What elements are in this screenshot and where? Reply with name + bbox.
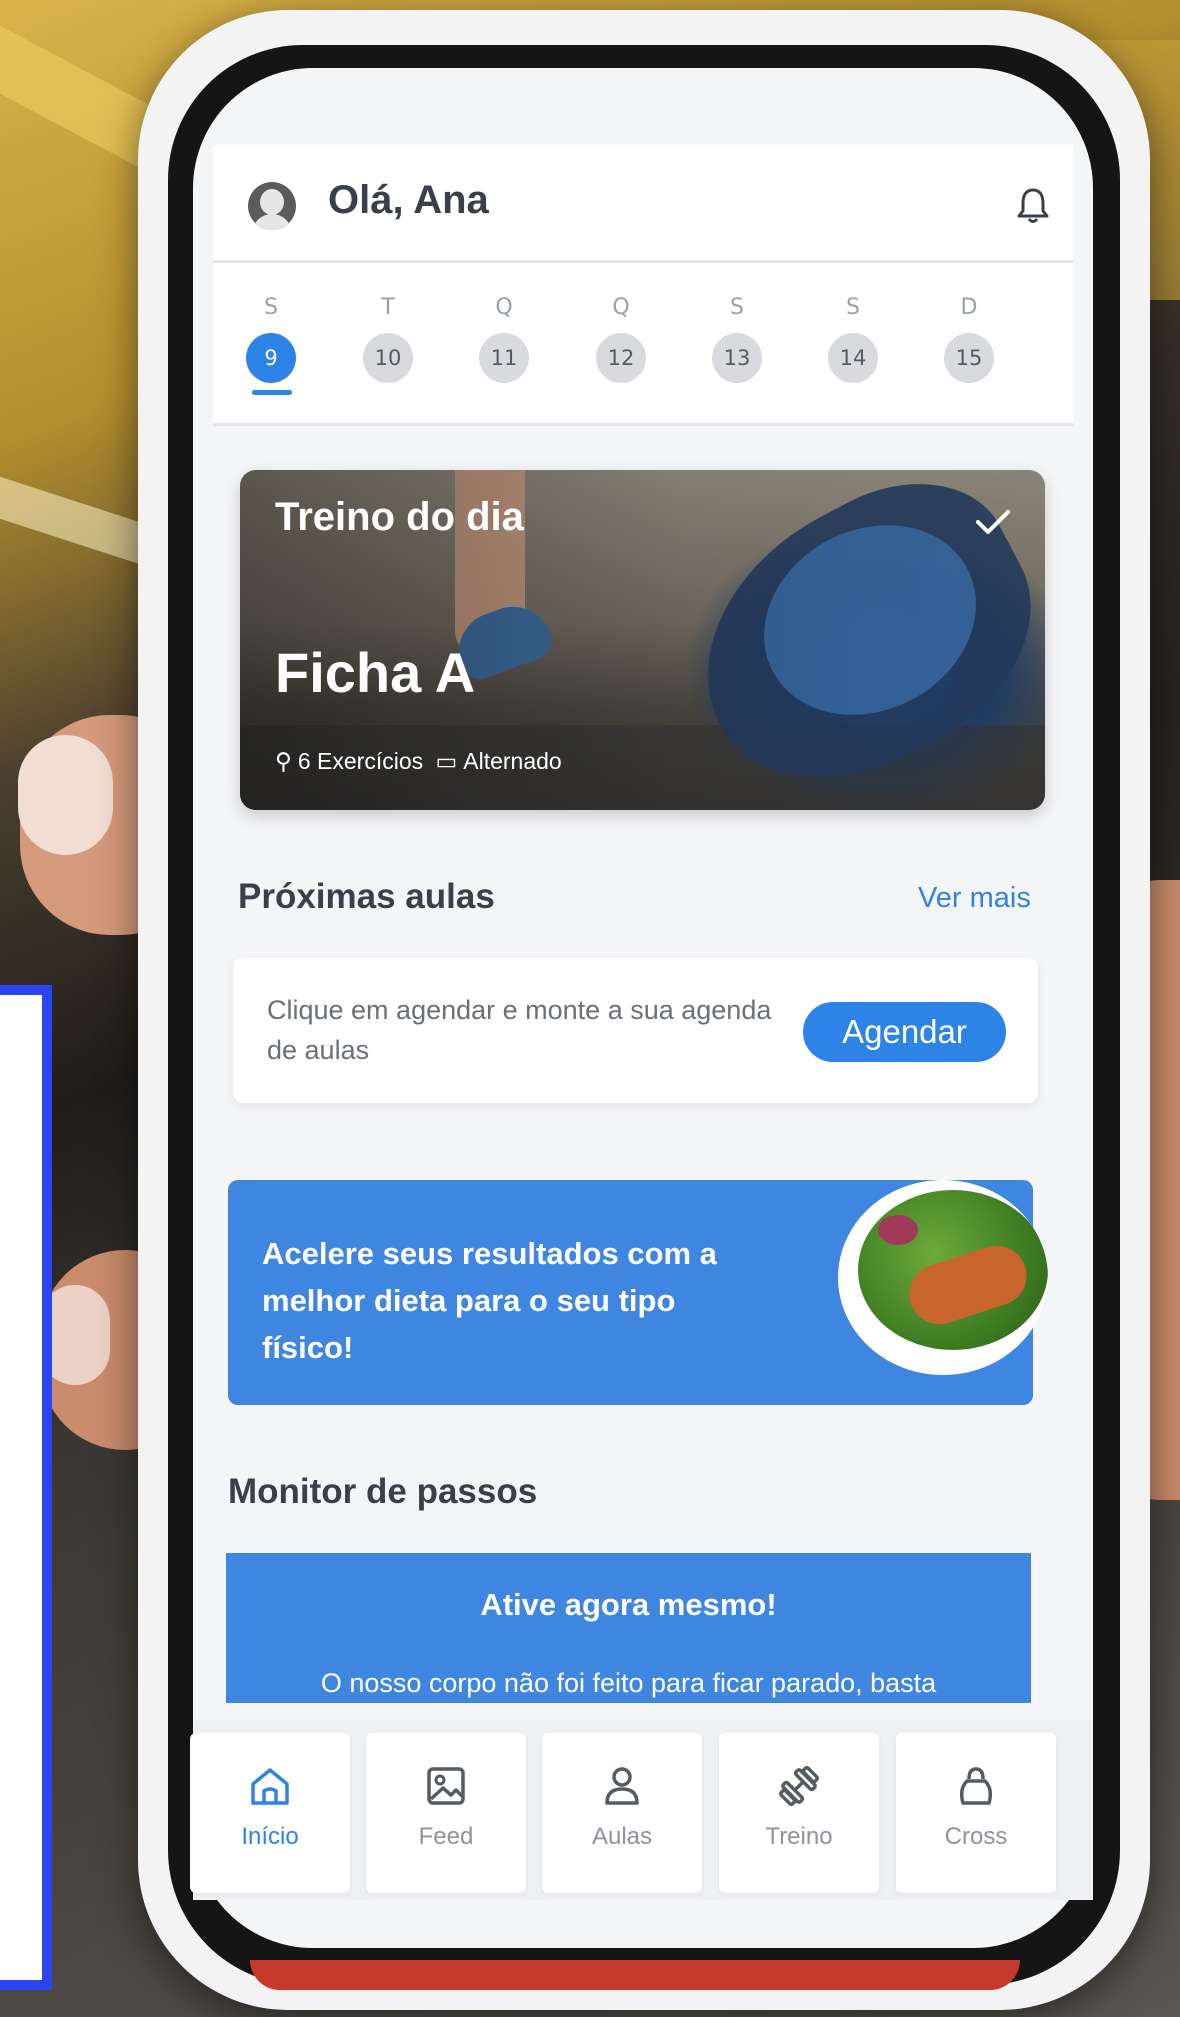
nav-item-inicio[interactable]: Início — [190, 1733, 350, 1893]
step-monitor-title: Monitor de passos — [228, 1472, 538, 1511]
workout-of-day-card[interactable]: Treino do dia Ficha A ⚲ 6 Exercícios ▭ Alt… — [240, 470, 1045, 810]
highlight-frame — [0, 985, 52, 1990]
image-icon — [427, 1767, 465, 1805]
nav-label: Feed — [418, 1823, 474, 1850]
day-button[interactable]: 13 — [712, 333, 762, 383]
selected-day-indicator — [252, 390, 292, 395]
dumbbell-icon — [778, 1765, 820, 1807]
home-icon — [251, 1768, 289, 1805]
day-letter: S — [846, 295, 860, 320]
phone-edge — [250, 1960, 1020, 1990]
exercise-count: 6 Exercícios — [297, 748, 424, 774]
day-button[interactable]: 10 — [363, 333, 413, 383]
bell-icon[interactable] — [1015, 186, 1051, 226]
workout-card-title: Treino do dia — [275, 495, 524, 539]
day-button-selected[interactable]: 9 — [246, 333, 296, 383]
kettlebell-icon — [959, 1767, 993, 1805]
workout-meta: ⚲ 6 Exercícios ▭ Alternado — [275, 748, 568, 775]
step-monitor-text: O nosso corpo não foi feito para ficar p… — [320, 1668, 937, 1698]
salad-plate-image — [838, 1180, 1048, 1375]
day-button[interactable]: 14 — [828, 333, 878, 383]
diet-banner-text: Acelere seus resultados com a melhor die… — [262, 1236, 717, 1365]
nav-item-treino[interactable]: Treino — [719, 1733, 879, 1893]
day-letter: D — [960, 295, 978, 320]
step-monitor-cta: Ative agora mesmo! — [480, 1587, 777, 1622]
user-avatar-icon[interactable] — [248, 182, 296, 230]
check-icon — [976, 510, 1010, 534]
nav-label: Início — [241, 1823, 299, 1850]
nav-label: Aulas — [591, 1823, 653, 1850]
day-button[interactable]: 15 — [944, 333, 994, 383]
next-classes-title: Próximas aulas — [238, 877, 495, 916]
see-more-link[interactable]: Ver mais — [918, 882, 1031, 915]
fingernail — [18, 735, 113, 855]
day-button[interactable]: 11 — [479, 333, 529, 383]
nav-item-feed[interactable]: Feed — [366, 1733, 526, 1893]
nav-item-aulas[interactable]: Aulas — [542, 1733, 702, 1893]
nav-label: Cross — [944, 1823, 1008, 1850]
person-icon — [605, 1767, 639, 1805]
nav-label: Treino — [765, 1823, 833, 1850]
day-letter: S — [264, 295, 278, 320]
day-letter: Q — [612, 295, 630, 320]
calendar-icon: ▭ — [435, 748, 458, 774]
nav-item-cross[interactable]: Cross — [896, 1733, 1056, 1893]
classes-hint-text: Clique em agendar e monte a sua agenda d… — [267, 995, 772, 1065]
exercise-icon: ⚲ — [275, 748, 292, 774]
schedule-button[interactable]: Agendar — [803, 1002, 1006, 1062]
day-letter: Q — [495, 295, 513, 320]
day-letter: S — [730, 295, 744, 320]
day-letter: T — [381, 295, 395, 320]
day-button[interactable]: 12 — [596, 333, 646, 383]
workout-name: Ficha A — [275, 641, 476, 704]
workout-schedule: Alternado — [463, 748, 562, 774]
week-strip — [213, 263, 1073, 426]
greeting-title: Olá, Ana — [328, 178, 489, 222]
